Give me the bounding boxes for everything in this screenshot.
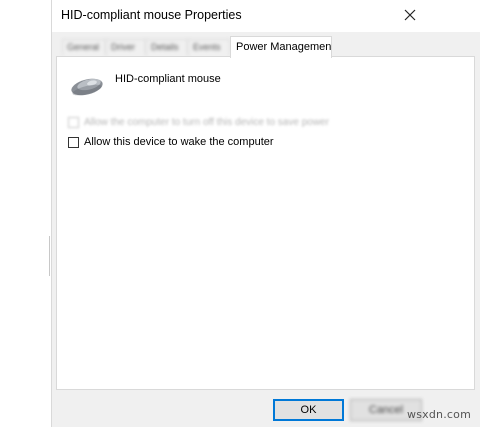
tab-power-management[interactable]: Power Management: [230, 36, 332, 58]
tab-strip: General Driver Details Events Power Mana…: [52, 36, 480, 58]
wake-checkbox[interactable]: [68, 136, 79, 148]
close-icon: [404, 9, 416, 21]
mouse-icon: [71, 78, 103, 96]
tab-driver[interactable]: Driver: [106, 39, 146, 55]
watermark-text: wsxdn.com: [407, 408, 471, 421]
power-management-panel: HID-compliant mouse Allow the computer t…: [56, 56, 475, 390]
window-title: HID-compliant mouse Properties: [61, 8, 242, 22]
wake-option[interactable]: Allow this device to wake the computer: [68, 136, 274, 148]
ok-button[interactable]: OK: [273, 399, 344, 421]
power-off-option[interactable]: Allow the computer to turn off this devi…: [68, 117, 329, 128]
background-mark: [49, 236, 50, 276]
wake-label: Allow this device to wake the computer: [84, 136, 274, 148]
device-name: HID-compliant mouse: [115, 73, 221, 85]
background-left: [0, 0, 51, 427]
power-off-label: Allow the computer to turn off this devi…: [84, 117, 329, 128]
properties-dialog: HID-compliant mouse Properties General D…: [51, 0, 480, 427]
title-bar[interactable]: HID-compliant mouse Properties: [52, 0, 480, 32]
tab-general[interactable]: General: [62, 39, 106, 55]
close-button[interactable]: [398, 3, 422, 27]
tab-details[interactable]: Details: [146, 39, 188, 55]
tab-events[interactable]: Events: [188, 39, 230, 55]
power-off-checkbox[interactable]: [68, 117, 79, 128]
